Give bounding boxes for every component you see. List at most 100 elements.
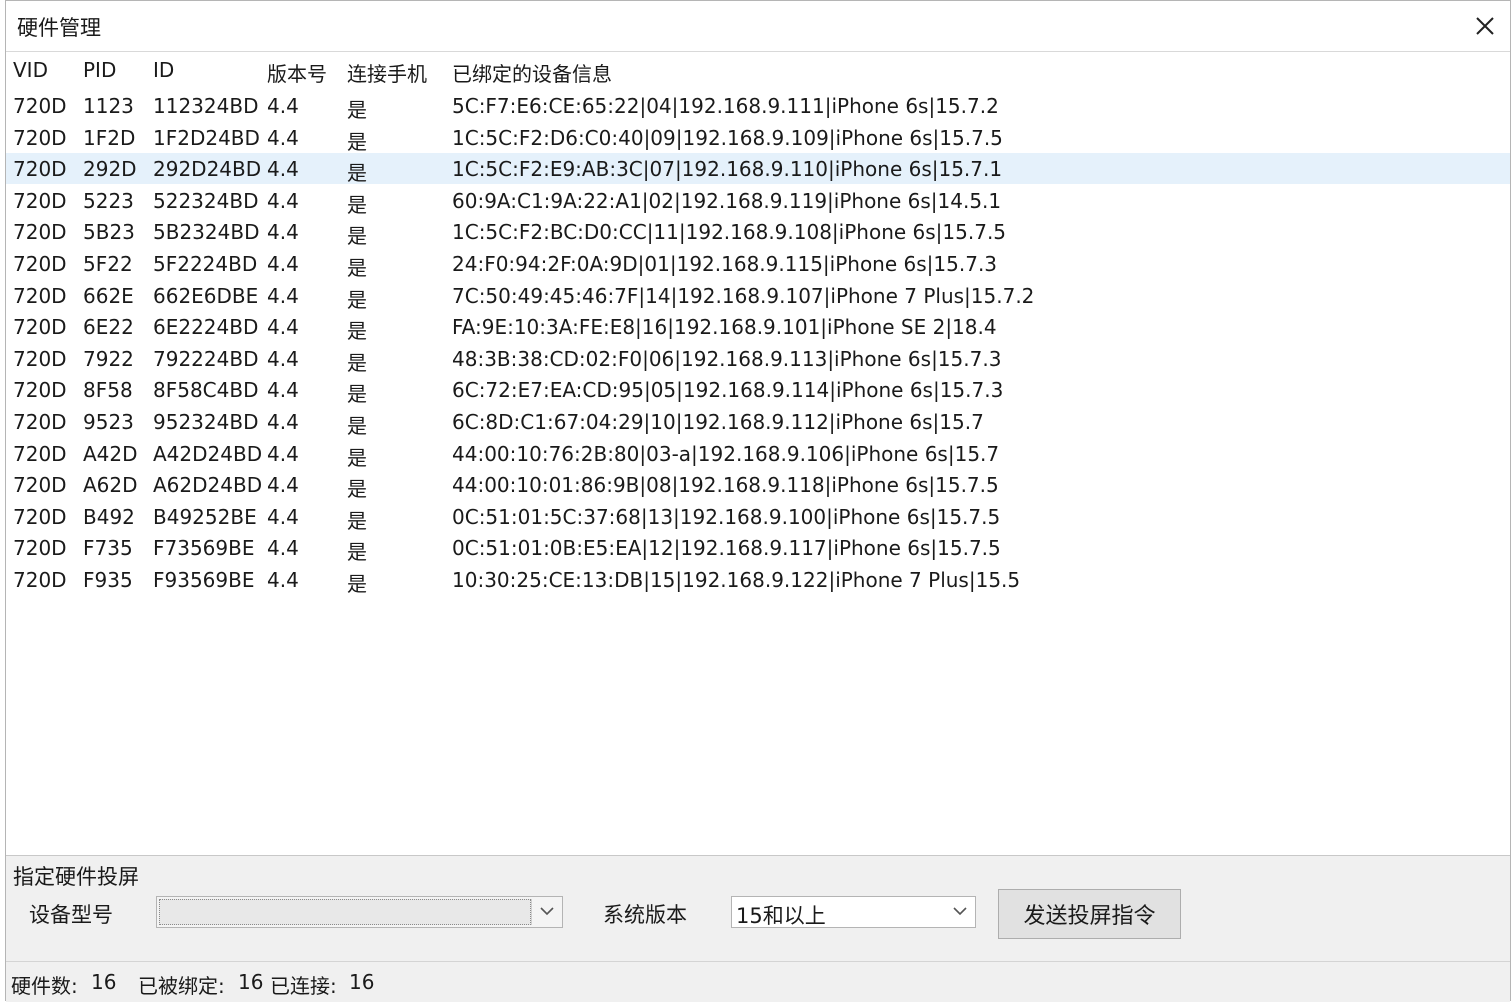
chevron-down-icon: [953, 907, 967, 916]
table-row[interactable]: 720D F735 F73569BE 4.4 是 0C:51:01:0B:E5:EA|12…: [6, 532, 1016, 564]
hardware-manager-window: 硬件管理 VID PID ID 版本号 连接手机 已绑定的设备信息 720D 11…: [5, 0, 1511, 1002]
cell-version: 4.4: [267, 378, 299, 402]
table-row[interactable]: 720D 9523 952324BD 4.4 是 6C:8D:C1:67:04:29|10…: [6, 406, 1016, 438]
cell-device-info: 10:30:25:CE:13:DB|15|192.168.9.122|iPhon…: [452, 568, 1021, 592]
table-row[interactable]: 720D F935 F93569BE 4.4 是 10:30:25:CE:13:DB|15…: [6, 564, 1020, 596]
cell-vid: 720D: [13, 220, 67, 244]
cell-vid: 720D: [13, 189, 67, 213]
panel-title: 指定硬件投屏: [13, 865, 139, 889]
cell-pid: F935: [83, 568, 133, 592]
close-button[interactable]: [1466, 7, 1504, 45]
table-row[interactable]: 720D A42D A42D24BD 4.4 是 44:00:10:76:2B:80|03…: [6, 438, 1016, 470]
cell-connected: 是: [347, 477, 367, 501]
send-cast-command-button[interactable]: 发送投屏指令: [998, 889, 1181, 939]
device-model-label: 设备型号: [29, 903, 113, 927]
table-row[interactable]: 720D 1F2D 1F2D24BD 4.4 是 1C:5C:F2:D6:C0:40|09…: [6, 122, 1016, 154]
cell-id: 112324BD: [153, 94, 259, 118]
cell-connected: 是: [347, 161, 367, 185]
connected-count-label: 已连接:: [270, 974, 337, 998]
cell-version: 4.4: [267, 94, 299, 118]
cell-pid: 7922: [83, 347, 134, 371]
table-row[interactable]: 720D 8F58 8F58C4BD 4.4 是 6C:72:E7:EA:CD:95|05…: [6, 374, 1016, 406]
cell-connected: 是: [347, 540, 367, 564]
cell-device-info: 60:9A:C1:9A:22:A1|02|192.168.9.119|iPhon…: [452, 189, 1002, 213]
cell-id: 662E6DBE: [153, 284, 259, 308]
cell-version: 4.4: [267, 252, 299, 276]
cell-device-info: 1C:5C:F2:BC:D0:CC|11|192.168.9.108|iPhon…: [452, 220, 1007, 244]
header-vid[interactable]: VID: [13, 58, 48, 82]
header-bound-device-info[interactable]: 已绑定的设备信息: [452, 58, 612, 87]
cell-id: A42D24BD: [153, 442, 263, 466]
cell-device-info: 5C:F7:E6:CE:65:22|04|192.168.9.111|iPhon…: [452, 94, 999, 118]
cell-vid: 720D: [13, 94, 67, 118]
header-connected[interactable]: 连接手机: [347, 58, 427, 87]
table-row[interactable]: 720D B492 B49252BE 4.4 是 0C:51:01:5C:37:68|13…: [6, 501, 1016, 533]
connected-count-value: 16: [349, 970, 375, 994]
cell-vid: 720D: [13, 473, 67, 497]
header-pid[interactable]: PID: [83, 58, 116, 82]
system-version-label: 系统版本: [603, 903, 687, 927]
cell-version: 4.4: [267, 505, 299, 529]
table-row[interactable]: 720D 5B23 5B2324BD 4.4 是 1C:5C:F2:BC:D0:CC|11…: [6, 216, 1016, 248]
cell-device-info: 0C:51:01:0B:E5:EA|12|192.168.9.117|iPhon…: [452, 536, 1001, 560]
status-bar: 硬件数: 16 已被绑定: 16 已连接: 16: [6, 961, 1510, 1002]
cell-vid: 720D: [13, 442, 67, 466]
cell-device-info: 6C:72:E7:EA:CD:95|05|192.168.9.114|iPhon…: [452, 378, 1004, 402]
cell-version: 4.4: [267, 220, 299, 244]
cell-version: 4.4: [267, 189, 299, 213]
cell-id: A62D24BD: [153, 473, 263, 497]
cell-vid: 720D: [13, 347, 67, 371]
cell-pid: 5B23: [83, 220, 135, 244]
system-version-select[interactable]: 15和以上: [731, 896, 976, 928]
cell-id: B49252BE: [153, 505, 257, 529]
device-model-select[interactable]: [156, 896, 563, 928]
cell-vid: 720D: [13, 157, 67, 181]
cell-device-info: 44:00:10:76:2B:80|03-a|192.168.9.106|iPh…: [452, 442, 1000, 466]
title-bar: 硬件管理: [6, 1, 1510, 52]
cell-id: F93569BE: [153, 568, 255, 592]
table-row[interactable]: 720D 5F22 5F2224BD 4.4 是 24:F0:94:2F:0A:9D|01…: [6, 248, 1016, 280]
cell-vid: 720D: [13, 536, 67, 560]
cell-connected: 是: [347, 256, 367, 280]
close-icon: [1476, 17, 1494, 35]
cell-vid: 720D: [13, 284, 67, 308]
cell-version: 4.4: [267, 126, 299, 150]
cell-connected: 是: [347, 414, 367, 438]
combo-separator: [531, 899, 532, 925]
table-row[interactable]: 720D 7922 792224BD 4.4 是 48:3B:38:CD:02:F0|06…: [6, 343, 1016, 375]
cell-id: F73569BE: [153, 536, 255, 560]
cell-device-info: FA:9E:10:3A:FE:E8|16|192.168.9.101|iPhon…: [452, 315, 997, 339]
cell-vid: 720D: [13, 252, 67, 276]
hardware-list[interactable]: VID PID ID 版本号 连接手机 已绑定的设备信息 720D 1123 112…: [6, 52, 1510, 855]
cell-device-info: 44:00:10:01:86:9B|08|192.168.9.118|iPhon…: [452, 473, 999, 497]
cell-device-info: 1C:5C:F2:E9:AB:3C|07|192.168.9.110|iPhon…: [452, 157, 1003, 181]
cell-pid: F735: [83, 536, 133, 560]
hardware-count-value: 16: [91, 970, 117, 994]
table-row[interactable]: 720D 5223 522324BD 4.4 是 60:9A:C1:9A:22:A1|02…: [6, 185, 1016, 217]
table-row[interactable]: 720D 1123 112324BD 4.4 是 5C:F7:E6:CE:65:22|04…: [6, 90, 1016, 122]
hardware-count-label: 硬件数:: [11, 974, 78, 998]
table-row[interactable]: 720D 662E 662E6DBE 4.4 是 7C:50:49:45:46:7F|14…: [6, 280, 1034, 312]
table-row[interactable]: 720D A62D A62D24BD 4.4 是 44:00:10:01:86:9B|08…: [6, 469, 1016, 501]
device-model-value-box: [159, 899, 531, 925]
cell-pid: 1123: [83, 94, 134, 118]
table-row[interactable]: 720D 292D 292D24BD 4.4 是 1C:5C:F2:E9:AB:3C|07…: [6, 153, 1510, 185]
cell-device-info: 6C:8D:C1:67:04:29|10|192.168.9.112|iPhon…: [452, 410, 984, 434]
bound-count-value: 16: [238, 970, 264, 994]
cell-pid: B492: [83, 505, 135, 529]
cell-pid: 662E: [83, 284, 134, 308]
cell-vid: 720D: [13, 315, 67, 339]
cell-version: 4.4: [267, 315, 299, 339]
cell-pid: 8F58: [83, 378, 133, 402]
cell-connected: 是: [347, 509, 367, 533]
table-row[interactable]: 720D 6E22 6E2224BD 4.4 是 FA:9E:10:3A:FE:E8|16…: [6, 311, 1016, 343]
cell-connected: 是: [347, 572, 367, 596]
cell-id: 6E2224BD: [153, 315, 259, 339]
targeted-cast-panel: 指定硬件投屏 设备型号 系统版本 15和以上 发送投屏指令: [6, 855, 1510, 961]
cell-vid: 720D: [13, 378, 67, 402]
cell-device-info: 1C:5C:F2:D6:C0:40|09|192.168.9.109|iPhon…: [452, 126, 1003, 150]
header-version[interactable]: 版本号: [267, 58, 327, 87]
bound-count-label: 已被绑定:: [138, 974, 225, 998]
header-id[interactable]: ID: [153, 58, 174, 82]
cell-version: 4.4: [267, 442, 299, 466]
